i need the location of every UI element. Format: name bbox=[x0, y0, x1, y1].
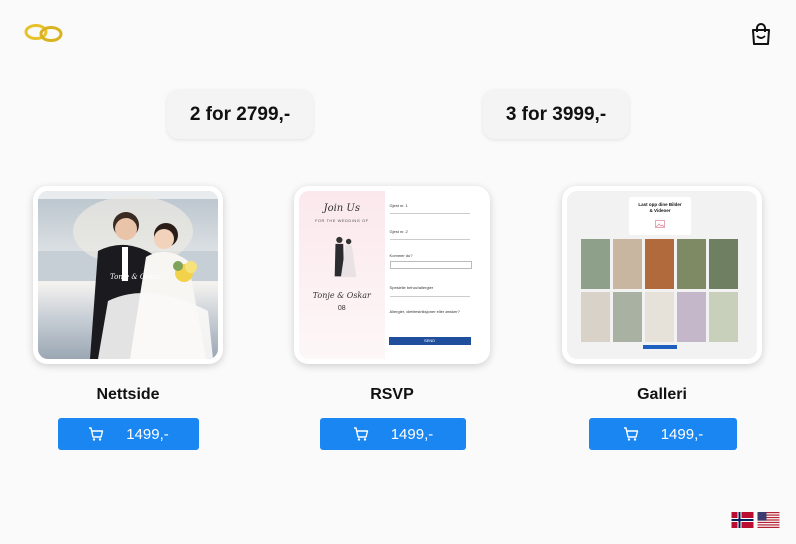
rsvp-preview-image: Join Us FOR THE WEDDING OF Tonje & Oskar… bbox=[299, 191, 485, 359]
gallery-heading: Last opp dine Bilder & Videoer bbox=[638, 202, 682, 213]
buy-galleri-button[interactable]: 1499,- bbox=[589, 418, 737, 450]
wedding-couple-photo: Tonje & Oskar bbox=[38, 191, 218, 359]
product-title-rsvp: RSVP bbox=[370, 386, 414, 403]
rsvp-submit-button: SEND bbox=[388, 337, 471, 345]
rsvp-subtitle: FOR THE WEDDING OF bbox=[314, 218, 369, 223]
language-switcher bbox=[731, 512, 780, 528]
product-title-galleri: Galleri bbox=[637, 386, 687, 403]
rsvp-script-title: Join Us bbox=[323, 203, 360, 214]
rsvp-field-label-3: Kommer du? bbox=[389, 253, 413, 258]
cart-icon bbox=[89, 427, 104, 441]
cart-icon bbox=[623, 427, 638, 441]
price-label: 1499,- bbox=[660, 425, 704, 443]
rsvp-field-label-1: Gjest nr. 1 bbox=[389, 203, 408, 208]
buy-nettside-button[interactable]: 1499,- bbox=[58, 418, 199, 450]
product-title-nettside: Nettside bbox=[96, 386, 160, 403]
product-card-rsvp[interactable]: Join Us FOR THE WEDDING OF Tonje & Oskar… bbox=[294, 186, 490, 364]
buy-rsvp-button[interactable]: 1499,- bbox=[320, 418, 466, 450]
svg-text:Tonje & Oskar: Tonje & Oskar bbox=[110, 273, 162, 281]
wedding-rings-icon[interactable] bbox=[24, 22, 64, 44]
header bbox=[0, 0, 796, 70]
image-upload-icon bbox=[655, 220, 665, 228]
rsvp-field-label-2: Gjest nr. 2 bbox=[389, 229, 408, 234]
price-label: 1499,- bbox=[390, 425, 434, 443]
cart-icon bbox=[353, 427, 368, 441]
couple-illustration bbox=[334, 236, 357, 278]
rsvp-couple-names: Tonje & Oskar bbox=[312, 291, 371, 300]
product-card-galleri[interactable]: Last opp dine Bilder & Videoer bbox=[562, 186, 762, 364]
shopping-bag-icon[interactable] bbox=[748, 21, 774, 47]
galleri-preview-image: Last opp dine Bilder & Videoer bbox=[567, 191, 757, 359]
price-label: 1499,- bbox=[126, 425, 169, 443]
rsvp-field-label-5: Allergier, diettrestriksjoner eller ønsk… bbox=[389, 309, 460, 314]
rsvp-form-panel: Gjest nr. 1 Gjest nr. 2 Kommer du? Spesi… bbox=[384, 191, 485, 359]
rsvp-invitation-panel: Join Us FOR THE WEDDING OF Tonje & Oskar… bbox=[299, 191, 385, 359]
us-flag-icon[interactable] bbox=[757, 512, 780, 528]
rsvp-date-day: 08 bbox=[337, 305, 346, 312]
nettside-preview-image: Tonje & Oskar bbox=[38, 191, 218, 359]
norway-flag-icon[interactable] bbox=[731, 512, 754, 528]
gallery-upload-box: Last opp dine Bilder & Videoer bbox=[629, 197, 691, 235]
product-card-nettside[interactable]: Tonje & Oskar bbox=[33, 186, 223, 364]
bundle-offer-three: 3 for 3999,- bbox=[483, 90, 629, 139]
gallery-photo-grid bbox=[581, 239, 738, 349]
bundle-offer-two: 2 for 2799,- bbox=[167, 90, 313, 139]
rsvp-field-label-4: Spesielle behov/allergier bbox=[389, 285, 434, 290]
